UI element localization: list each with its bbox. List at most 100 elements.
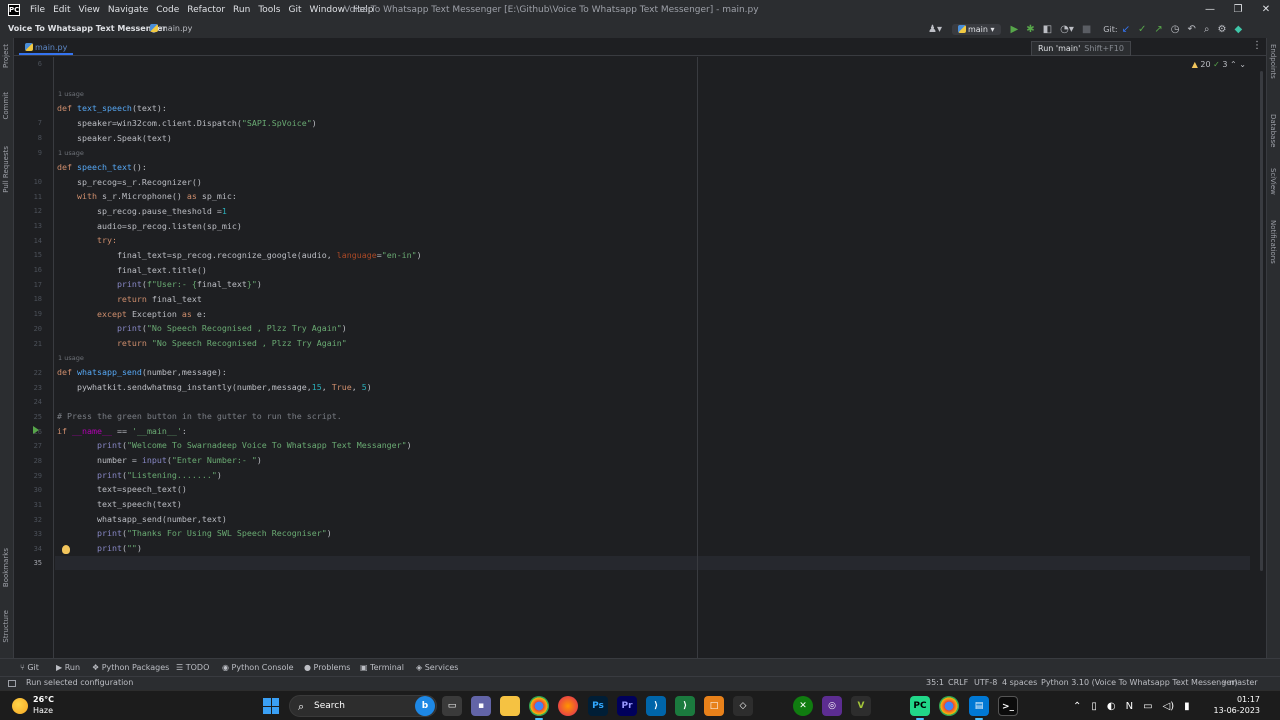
volume-icon[interactable]: ◁) <box>1163 701 1175 712</box>
minimize-icon[interactable]: — <box>1196 0 1224 20</box>
windows-start-icon[interactable] <box>263 698 279 714</box>
git-branch[interactable]: ⑂ master <box>1222 678 1258 687</box>
search-everywhere-icon[interactable]: ⌕ <box>1204 24 1210 35</box>
inspection-widget[interactable]: ▲ 20 ✓ 3 ⌃ ⌄ <box>1192 60 1246 69</box>
editor-gutter[interactable]: 6 7 8 9 10 11 12 13 14 15 16 17 18 19 20… <box>14 57 70 658</box>
firefox-icon[interactable] <box>558 696 578 716</box>
vscode-icon[interactable]: ⟩ <box>646 696 666 716</box>
battery-icon[interactable]: ▮ <box>1184 701 1190 712</box>
vim-icon[interactable]: V <box>851 696 871 716</box>
git-update-icon[interactable]: ↙ <box>1122 24 1130 35</box>
pycharm-taskbar-icon[interactable]: PC <box>910 696 930 720</box>
line-number: 28 <box>33 457 42 465</box>
menu-navigate[interactable]: Navigate <box>108 5 148 15</box>
terminal-taskbar-icon[interactable]: >_ <box>998 696 1018 716</box>
debug-icon[interactable]: ✱ <box>1026 24 1034 35</box>
teams-icon[interactable]: ▪ <box>471 696 491 716</box>
3d-cube-icon[interactable]: ◇ <box>733 696 753 716</box>
tool-endpoints[interactable]: Endpoints <box>1269 44 1277 79</box>
toolwindow-python-console[interactable]: ◉ Python Console <box>222 663 294 672</box>
tool-pull-requests[interactable]: Pull Requests <box>2 146 10 193</box>
close-icon[interactable]: ✕ <box>1252 0 1280 20</box>
toolwindow-python-packages[interactable]: ❖ Python Packages <box>92 663 169 672</box>
settings-gear-icon[interactable]: ⚙ <box>1217 24 1226 35</box>
indent-setting[interactable]: 4 spaces <box>1002 678 1037 687</box>
clock-time[interactable]: 01:17 <box>1226 695 1260 704</box>
restore-icon[interactable]: ❐ <box>1224 0 1252 20</box>
network-icon[interactable]: ▭ <box>1143 701 1152 712</box>
git-commit-icon[interactable]: ✓ <box>1138 24 1146 35</box>
file-explorer-icon[interactable] <box>500 696 520 716</box>
vscode-insiders-icon[interactable]: ⟩ <box>675 696 695 716</box>
run-icon[interactable]: ▶ <box>1011 24 1019 35</box>
chrome-icon[interactable] <box>529 696 549 720</box>
premiere-icon[interactable]: Pr <box>617 696 637 716</box>
chevron-down-icon[interactable]: ⌄ <box>1239 60 1246 69</box>
toolwindow-services[interactable]: ◈ Services <box>416 663 458 672</box>
nvidia-icon[interactable]: N <box>1126 701 1133 712</box>
defender-icon[interactable]: ◐ <box>1107 701 1116 712</box>
menu-view[interactable]: View <box>79 5 100 15</box>
code-editor[interactable]: 6 7 8 9 10 11 12 13 14 15 16 17 18 19 20… <box>14 57 1266 658</box>
menu-refactor[interactable]: Refactor <box>187 5 225 15</box>
menu-code[interactable]: Code <box>156 5 179 15</box>
coverage-icon[interactable]: ◧ <box>1043 24 1052 35</box>
caret-position[interactable]: 35:1 <box>926 678 944 687</box>
tool-project[interactable]: Project <box>2 44 10 68</box>
weather-temperature[interactable]: 26°C <box>33 695 54 704</box>
line-number: 9 <box>37 149 42 157</box>
weather-sun-icon[interactable] <box>12 698 28 714</box>
usage-hint[interactable]: 1 usage <box>58 149 84 157</box>
tool-structure[interactable]: Structure <box>2 610 10 643</box>
menu-edit[interactable]: Edit <box>53 5 70 15</box>
package-icon[interactable]: □ <box>704 696 724 716</box>
toolwindow-terminal[interactable]: ▣ Terminal <box>360 663 404 672</box>
tray-overflow-icon[interactable]: ⌃ <box>1073 701 1081 712</box>
run-configuration-selector[interactable]: main ▾ <box>951 23 1001 35</box>
menu-file[interactable]: File <box>30 5 45 15</box>
toolwindow-run[interactable]: ▶ Run <box>56 663 80 672</box>
history-icon[interactable]: ◷ <box>1171 24 1180 35</box>
usage-hint[interactable]: 1 usage <box>58 90 84 98</box>
menu-git[interactable]: Git <box>288 5 301 15</box>
weather-description[interactable]: Haze <box>33 706 53 715</box>
profile-icon[interactable]: ◔▾ <box>1060 24 1074 35</box>
line-separator[interactable]: CRLF <box>948 678 968 687</box>
tab-main-py[interactable]: main.py <box>19 40 74 55</box>
usb-icon[interactable]: ▯ <box>1091 701 1097 712</box>
chevron-up-icon[interactable]: ⌃ <box>1230 60 1237 69</box>
tool-bookmarks[interactable]: Bookmarks <box>2 548 10 587</box>
tool-notifications[interactable]: Notifications <box>1269 220 1277 264</box>
task-view-icon[interactable]: ▭ <box>442 696 462 716</box>
menu-tools[interactable]: Tools <box>258 5 280 15</box>
usage-hint[interactable]: 1 usage <box>58 354 84 362</box>
toolwindow-git[interactable]: ⑂ Git <box>20 663 39 672</box>
menu-run[interactable]: Run <box>233 5 250 15</box>
chrome-profile-icon[interactable] <box>939 696 959 716</box>
remote-desktop-icon[interactable]: ▤ <box>969 696 989 720</box>
stop-icon[interactable]: ■ <box>1082 24 1091 35</box>
tool-commit[interactable]: Commit <box>2 92 10 120</box>
file-encoding[interactable]: UTF-8 <box>974 678 997 687</box>
rollback-icon[interactable]: ↶ <box>1187 24 1195 35</box>
bing-icon[interactable]: b <box>415 696 435 716</box>
toolwindow-todo[interactable]: ☰ TODO <box>176 663 209 672</box>
toolwindow-problems[interactable]: ● Problems <box>304 663 350 672</box>
obs-icon[interactable]: ◎ <box>822 696 842 716</box>
breadcrumb-file[interactable]: main.py <box>150 24 192 33</box>
tab-options-icon[interactable]: ⋮ <box>1252 40 1262 51</box>
python-interpreter[interactable]: Python 3.10 (Voice To Whatsapp Text Mess… <box>1041 678 1238 687</box>
code-line: final_text=sp_recog.recognize_google(aud… <box>57 250 422 260</box>
tool-database[interactable]: Database <box>1269 114 1277 147</box>
run-gutter-icon[interactable] <box>33 426 39 434</box>
xbox-icon[interactable]: ✕ <box>793 696 813 716</box>
panel-toggle-icon[interactable] <box>8 680 16 687</box>
project-name[interactable]: Voice To Whatsapp Text Messenger <box>8 24 166 33</box>
menu-window[interactable]: Window <box>310 5 346 15</box>
tool-sciview[interactable]: SciView <box>1269 168 1277 195</box>
git-push-icon[interactable]: ↗ <box>1154 24 1162 35</box>
user-icon[interactable]: ♟▾ <box>928 24 942 35</box>
photoshop-icon[interactable]: Ps <box>588 696 608 716</box>
clock-date[interactable]: 13-06-2023 <box>1208 706 1261 715</box>
editor-scrollbar[interactable] <box>1260 71 1263 571</box>
